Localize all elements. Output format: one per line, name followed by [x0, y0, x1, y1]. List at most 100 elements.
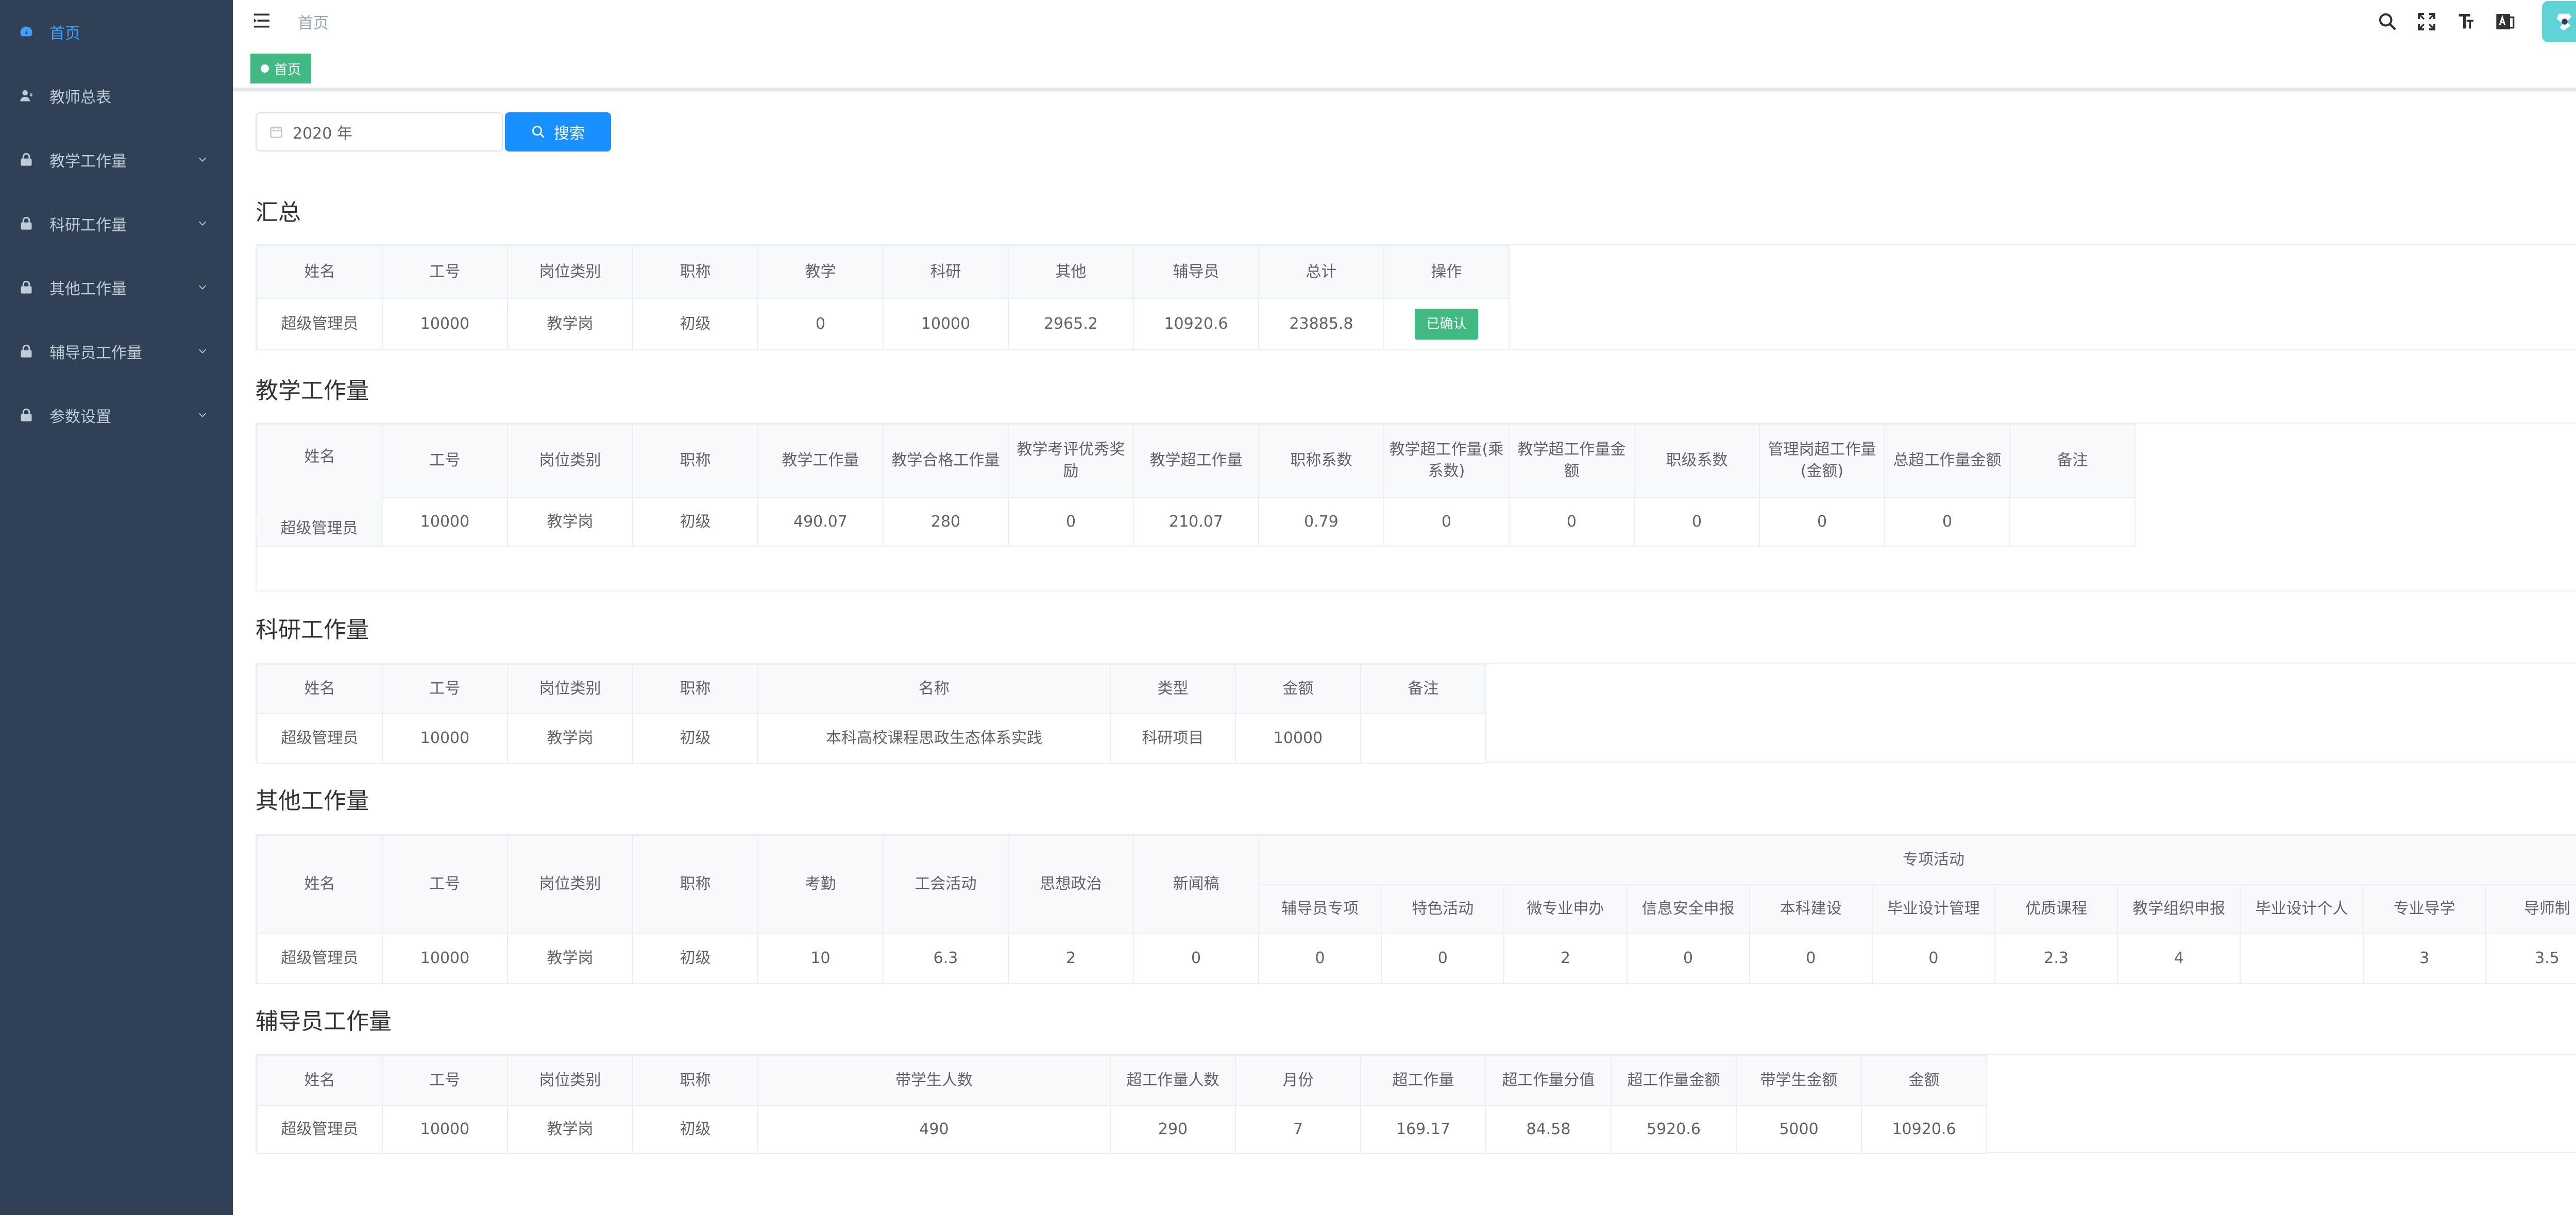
navbar: 首页: [233, 0, 2576, 43]
sidebar-item-label: 其他工作量: [49, 280, 127, 298]
table-cell: 3.5: [2485, 933, 2576, 984]
header-cell: 教学超工作量: [1133, 424, 1259, 498]
sidebar-item-other-workload[interactable]: 其他工作量: [0, 256, 233, 319]
table-cell: 490.07: [757, 497, 884, 547]
avatar[interactable]: [2542, 1, 2576, 42]
chevron-down-icon: [199, 413, 206, 417]
header-cell: 职称: [632, 424, 758, 498]
header-cell: 总计: [1258, 245, 1384, 299]
counselor-table-wrap: 姓名 工号 岗位类别 职称 带学生人数 超工作量人数 月份 超工作量 超工作量分…: [256, 1054, 2576, 1154]
sidebar-item-counselor-workload[interactable]: 辅导员工作量: [0, 319, 233, 383]
counselor-table: 姓名 工号 岗位类别 职称 带学生人数 超工作量人数 月份 超工作量 超工作量分…: [257, 1055, 1987, 1154]
table-cell: 10000: [382, 1105, 508, 1154]
breadcrumb[interactable]: 首页: [298, 10, 329, 33]
table-cell: 0: [1884, 497, 2010, 547]
table-cell: 10000: [382, 713, 508, 764]
year-picker[interactable]: 2020 年: [256, 112, 503, 151]
sidebar-item-teaching-workload[interactable]: 教学工作量: [0, 128, 233, 192]
table-cell: 0: [1509, 497, 1635, 547]
table-cell: 10000: [382, 497, 508, 547]
table-cell: 2.3: [1994, 933, 2119, 984]
table-cell: 10920.6: [1861, 1105, 1987, 1154]
table-cell: 科研项目: [1110, 713, 1236, 764]
table-cell: 超级管理员: [257, 298, 383, 350]
header-cell: 本科建设: [1749, 884, 1873, 934]
header-cell: 科研: [883, 245, 1009, 299]
header-cell: 金额: [1861, 1055, 1987, 1106]
header-cell: 姓名: [257, 1055, 383, 1106]
confirmed-button[interactable]: 已确认: [1415, 309, 1478, 340]
header-cell: 岗位类别: [507, 1055, 633, 1106]
table-cell: 5000: [1736, 1105, 1862, 1154]
table-cell: 0: [1634, 497, 1760, 547]
table-cell: 0: [757, 298, 884, 350]
main-content: 2020 年 搜索 汇总 姓名 工号 岗位类别 职称 教学 科研 其他 辅导员 …: [233, 91, 2576, 1215]
hamburger-icon[interactable]: [251, 10, 272, 31]
header-cell: 辅导员: [1133, 245, 1259, 299]
sidebar-item-settings[interactable]: 参数设置: [0, 383, 233, 447]
header-cell: 职称系数: [1258, 424, 1384, 498]
header-cell: 职称: [632, 245, 758, 299]
table-cell: 0: [1749, 933, 1873, 984]
table-cell: 2: [1503, 933, 1628, 984]
header-cell: 考勤: [757, 835, 884, 934]
table-cell: 教学岗: [507, 298, 633, 350]
research-table: 姓名 工号 岗位类别 职称 名称 类型 金额 备注 超级管理员 10000 教学…: [257, 664, 1486, 764]
table-cell: 初级: [632, 933, 758, 984]
table-cell: 4: [2117, 933, 2241, 984]
other-table-wrap: 姓名 工号 岗位类别 职称 考勤 工会活动 思想政治 新闻稿 专项活动 辅导员专…: [256, 834, 2576, 984]
header-cell: 教学考评优秀奖励: [1008, 424, 1134, 498]
header-cell: 总超工作量金额: [1884, 424, 2010, 498]
header-cell: 专业导学: [2362, 884, 2486, 934]
header-cell: 金额: [1235, 664, 1361, 714]
table-cell: 490: [757, 1105, 1111, 1154]
table-cell: 5920.6: [1611, 1105, 1737, 1154]
sidebar-item-label: 参数设置: [49, 408, 111, 426]
header-cell: 管理岗超工作量(金额): [1759, 424, 1885, 498]
header-cell: 教学: [757, 245, 884, 299]
font-size-icon[interactable]: [2454, 10, 2477, 33]
header-cell: 职称: [632, 1055, 758, 1106]
header-cell: 特色活动: [1381, 884, 1505, 934]
header-cell: 教学超工作量金额: [1509, 424, 1635, 498]
header-cell: 教学工作量: [757, 424, 884, 498]
sidebar-item-teachers[interactable]: 教师总表: [0, 64, 233, 128]
table-cell: 0: [1381, 933, 1505, 984]
header-cell: 岗位类别: [507, 664, 633, 714]
section-title-teaching: 教学工作量: [256, 378, 369, 404]
table-cell: 超级管理员: [257, 713, 383, 764]
search-button[interactable]: 搜索: [505, 112, 611, 151]
header-cell: 超工作量分值: [1485, 1055, 1612, 1106]
table-cell: 23885.8: [1258, 298, 1384, 350]
sidebar-item-label: 科研工作量: [49, 216, 127, 234]
table-cell: 已确认: [1383, 298, 1510, 350]
fullscreen-icon[interactable]: [2415, 10, 2438, 33]
search-icon: [532, 126, 545, 138]
header-cell: 职称: [632, 835, 758, 934]
header-cell: 工号: [382, 245, 508, 299]
header-cell: 工号: [382, 1055, 508, 1106]
sidebar-item-home[interactable]: 首页: [0, 0, 233, 64]
table-cell: 2965.2: [1008, 298, 1134, 350]
table-cell: 本科高校课程思政生态体系实践: [757, 713, 1111, 764]
year-value: 2020 年: [293, 125, 352, 143]
header-cell: 毕业设计管理: [1871, 884, 1996, 934]
header-cell: 教学超工作量(乘系数): [1383, 424, 1510, 498]
other-table: 姓名 工号 岗位类别 职称 考勤 工会活动 思想政治 新闻稿 专项活动 辅导员专…: [257, 835, 2576, 984]
table-cell: 0: [1133, 933, 1259, 984]
table-row: 超级管理员 10000 教学岗 初级 490 290 7 169.17 84.5…: [257, 1105, 1987, 1154]
sidebar-item-research-workload[interactable]: 科研工作量: [0, 192, 233, 256]
header-cell: 工号: [382, 835, 508, 934]
language-icon[interactable]: [2494, 10, 2516, 33]
table-cell: 0: [1871, 933, 1996, 984]
search-button-label: 搜索: [554, 125, 585, 143]
user-icon: [19, 88, 34, 104]
table-cell: 超级管理员: [257, 1105, 383, 1154]
tag-home[interactable]: 首页: [250, 54, 312, 83]
header-cell: 岗位类别: [507, 835, 633, 934]
header-cell: 微专业申办: [1503, 884, 1628, 934]
table-cell: 10000: [883, 298, 1009, 350]
search-icon[interactable]: [2376, 10, 2399, 33]
table-cell: 3: [2362, 933, 2486, 984]
header-cell: 操作: [1383, 245, 1510, 299]
